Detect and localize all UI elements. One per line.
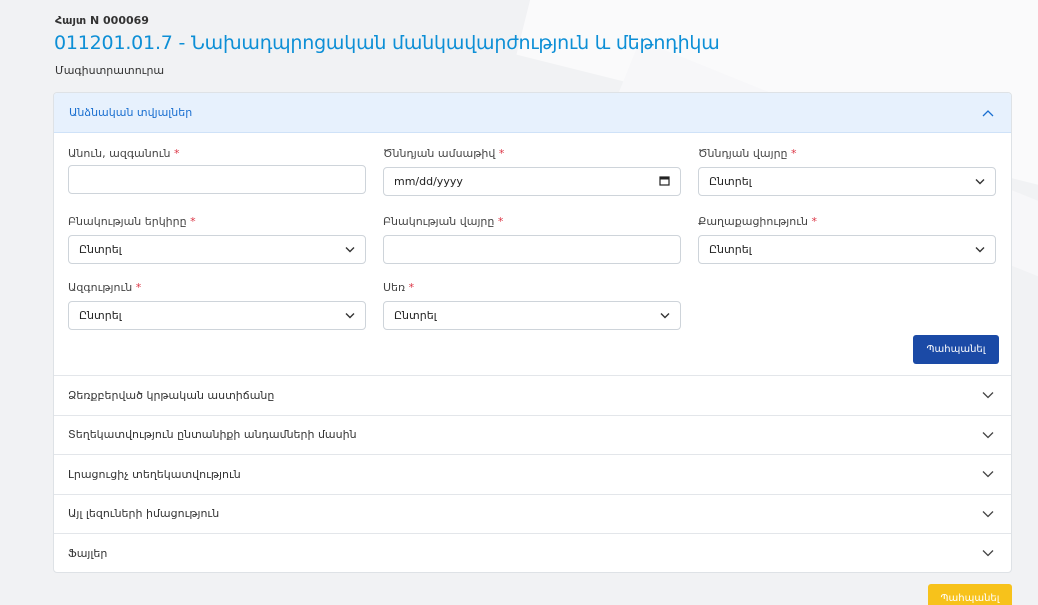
chevron-down-icon [980, 466, 996, 482]
required-mark: * [498, 147, 505, 160]
required-mark: * [408, 281, 415, 294]
accordion-item-label: Ձեռքբերված կրթական աստիճանը [68, 388, 275, 402]
accordion-item-label: Լրացուցիչ տեղեկատվություն [68, 467, 241, 481]
accordion-header-personal[interactable]: Անձնական տվյալներ [54, 93, 1011, 133]
chevron-down-icon [980, 545, 996, 561]
residence-country-select[interactable]: Ընտրել [68, 235, 366, 264]
birth-date-label-text: Ծննդյան ամսաթիվ [383, 147, 496, 160]
name-label-text: Անուն, ազգանուն [68, 147, 171, 160]
gender-value: Ընտրել [394, 309, 437, 322]
program-level: Մագիստրատուրա [55, 64, 165, 77]
gender-select[interactable]: Ընտրել [383, 301, 681, 330]
citizenship-label: Քաղաքացիություն * [698, 215, 817, 228]
birth-place-label: Ծննդյան վայրը * [698, 147, 797, 160]
accordion-item-education[interactable]: Ձեռքբերված կրթական աստիճանը [54, 375, 1011, 415]
name-input[interactable] [68, 165, 366, 194]
citizenship-value: Ընտրել [709, 243, 752, 256]
birth-place-select[interactable]: Ընտրել [698, 167, 996, 196]
residence-country-label-text: Բնակության երկիրը [68, 215, 187, 228]
birth-date-label: Ծննդյան ամսաթիվ * [383, 147, 504, 160]
personal-form: Անուն, ազգանուն * Ծննդյան ամսաթիվ * mm/d… [54, 133, 1011, 375]
chevron-down-icon [345, 309, 355, 322]
gender-label: Սեռ * [383, 281, 414, 294]
birth-place-value: Ընտրել [709, 175, 752, 188]
nationality-select[interactable]: Ընտրել [68, 301, 366, 330]
birth-date-placeholder: mm/dd/yyyy [394, 175, 463, 188]
chevron-down-icon [345, 243, 355, 256]
submit-save-button[interactable]: Պահպանել [928, 584, 1012, 605]
application-accordion: Անձնական տվյալներ Անուն, ազգանուն * Ծննդ… [53, 92, 1012, 573]
nationality-label: Ազգություն * [68, 281, 141, 294]
accordion-header-label: Անձնական տվյալներ [69, 106, 193, 119]
nationality-label-text: Ազգություն [68, 281, 133, 294]
chevron-down-icon [975, 175, 985, 188]
citizenship-select[interactable]: Ընտրել [698, 235, 996, 264]
citizenship-label-text: Քաղաքացիություն [698, 215, 808, 228]
accordion-item-additional-info[interactable]: Լրացուցիչ տեղեկատվություն [54, 454, 1011, 494]
required-mark: * [497, 215, 504, 228]
chevron-down-icon [980, 506, 996, 522]
required-mark: * [135, 281, 142, 294]
nationality-value: Ընտրել [79, 309, 122, 322]
calendar-icon[interactable] [659, 175, 670, 189]
residence-place-label-text: Բնակության վայրը [383, 215, 495, 228]
required-mark: * [173, 147, 180, 160]
program-title: 011201.01.7 - Նախադպրոցական մանկավարժութ… [54, 32, 720, 54]
required-mark: * [791, 147, 797, 160]
accordion-item-languages[interactable]: Այլ լեզուների իմացություն [54, 493, 1011, 534]
save-button[interactable]: Պահպանել [913, 335, 999, 364]
accordion-item-files[interactable]: Ֆայլեր [54, 533, 1011, 572]
residence-place-input[interactable] [383, 235, 681, 264]
residence-place-label: Բնակության վայրը * [383, 215, 503, 228]
chevron-down-icon [980, 427, 996, 443]
required-mark: * [811, 215, 817, 228]
name-label: Անուն, ազգանուն * [68, 147, 179, 160]
birth-date-input[interactable]: mm/dd/yyyy [383, 167, 681, 196]
accordion-item-family[interactable]: Տեղեկատվություն ընտանիքի անդամների մասին [54, 414, 1011, 455]
accordion-item-label: Ֆայլեր [68, 546, 108, 560]
gender-label-text: Սեռ [383, 281, 406, 294]
required-mark: * [190, 215, 196, 228]
chevron-down-icon [660, 309, 670, 322]
chevron-down-icon [980, 387, 996, 403]
chevron-down-icon [975, 243, 985, 256]
accordion-item-label: Այլ լեզուների իմացություն [68, 507, 220, 521]
birth-place-label-text: Ծննդյան վայրը [698, 147, 788, 160]
residence-country-label: Բնակության երկիրը * [68, 215, 196, 228]
chevron-up-icon [980, 105, 996, 121]
residence-country-value: Ընտրել [79, 243, 122, 256]
application-number: Հայտ N 000069 [55, 14, 149, 27]
accordion-item-label: Տեղեկատվություն ընտանիքի անդամների մասին [68, 428, 357, 442]
